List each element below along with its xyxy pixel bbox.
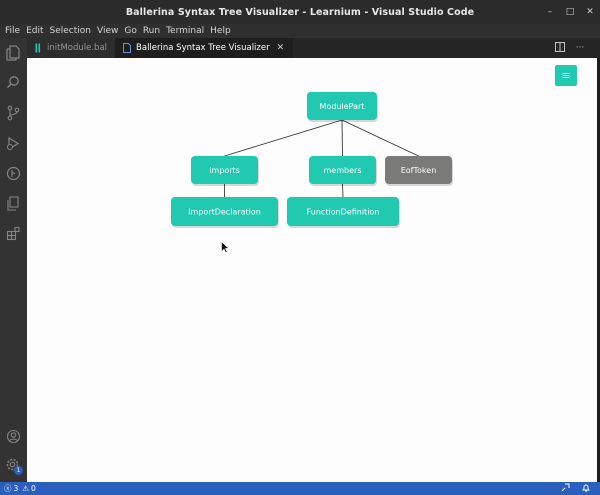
syntax-tree-webview: ≡ ModulePart imports members EofToken Import… <box>27 58 597 482</box>
run-debug-icon[interactable] <box>4 134 22 152</box>
tree-node-label: ModulePart <box>320 102 365 111</box>
menu-edit[interactable]: Edit <box>23 24 46 38</box>
tree-node-label: ImportDeclaration <box>188 208 261 217</box>
error-icon: ⓧ <box>4 484 12 493</box>
warning-count: 0 <box>31 484 36 493</box>
error-count: 3 <box>13 484 19 493</box>
tab-init-module[interactable]: initModule.bal <box>27 38 117 58</box>
extensions-icon[interactable] <box>4 224 22 242</box>
settings-gear-icon[interactable]: 1 <box>4 456 23 475</box>
menu-terminal[interactable]: Terminal <box>163 24 207 38</box>
settings-badge: 1 <box>14 466 23 475</box>
tree-node-imports[interactable]: imports <box>191 156 259 186</box>
warning-icon: ⚠ <box>22 484 30 493</box>
tab-label: Ballerina Syntax Tree Visualizer <box>136 43 270 53</box>
preview-file-icon <box>122 43 131 53</box>
close-icon[interactable]: ✕ <box>277 43 285 53</box>
title-bar: Ballerina Syntax Tree Visualizer - Learn… <box>0 0 600 24</box>
menu-help[interactable]: Help <box>207 24 234 38</box>
mouse-cursor-icon <box>221 238 230 257</box>
status-bar: ⓧ 3 ⚠ 0 <box>0 482 600 495</box>
problems-indicator[interactable]: ⓧ 3 ⚠ 0 <box>4 483 36 494</box>
copy-icon[interactable] <box>4 194 22 212</box>
tab-label: initModule.bal <box>47 43 108 53</box>
tree-edge-root-eof <box>341 119 419 157</box>
tree-node-eof[interactable]: EofToken <box>385 156 453 186</box>
more-actions-icon[interactable]: ··· <box>570 43 590 53</box>
menu-run[interactable]: Run <box>140 24 163 38</box>
maximize-button[interactable]: □ <box>560 0 580 24</box>
account-icon[interactable] <box>4 427 22 445</box>
tree-node-members[interactable]: members <box>309 156 377 186</box>
menu-view[interactable]: View <box>94 24 121 38</box>
tree-node-importdecl[interactable]: ImportDeclaration <box>171 197 279 228</box>
tree-node-funcdef[interactable]: FunctionDefinition <box>287 197 400 228</box>
explorer-icon[interactable] <box>4 44 22 62</box>
tree-node-label: EofToken <box>401 166 437 175</box>
notifications-bell-icon[interactable] <box>582 483 590 494</box>
menu-go[interactable]: Go <box>121 24 139 38</box>
tree-node-label: members <box>324 166 362 175</box>
activity-bar: 1 <box>0 38 27 482</box>
tree-node-label: imports <box>209 166 240 175</box>
tree-node-root[interactable]: ModulePart <box>307 92 378 122</box>
source-control-icon[interactable] <box>4 104 22 122</box>
tree-node-label: FunctionDefinition <box>307 208 380 217</box>
feedback-icon[interactable] <box>561 483 570 494</box>
menu-file[interactable]: File <box>2 24 23 38</box>
window-controls: – □ ✕ <box>540 0 600 24</box>
editor-actions: ··· <box>550 38 590 58</box>
window-title: Ballerina Syntax Tree Visualizer - Learn… <box>125 6 475 18</box>
menu-selection[interactable]: Selection <box>47 24 94 38</box>
syntax-tree-diagram: ModulePart imports members EofToken ImportDe… <box>171 92 453 228</box>
split-editor-icon[interactable] <box>550 41 570 55</box>
minimize-button[interactable]: – <box>540 0 560 24</box>
ballerina-file-icon <box>33 43 42 53</box>
editor-tab-bar: initModule.bal Ballerina Syntax Tree Vis… <box>27 38 600 58</box>
tree-edge-root-members <box>341 119 343 157</box>
menu-bar: File Edit Selection View Go Run Terminal… <box>0 24 600 38</box>
close-window-button[interactable]: ✕ <box>580 0 600 24</box>
ballerina-icon[interactable] <box>4 164 22 182</box>
tree-edge-root-imports <box>224 119 343 157</box>
search-icon[interactable] <box>4 73 22 91</box>
tab-syntax-tree-visualizer[interactable]: Ballerina Syntax Tree Visualizer ✕ <box>116 38 294 58</box>
